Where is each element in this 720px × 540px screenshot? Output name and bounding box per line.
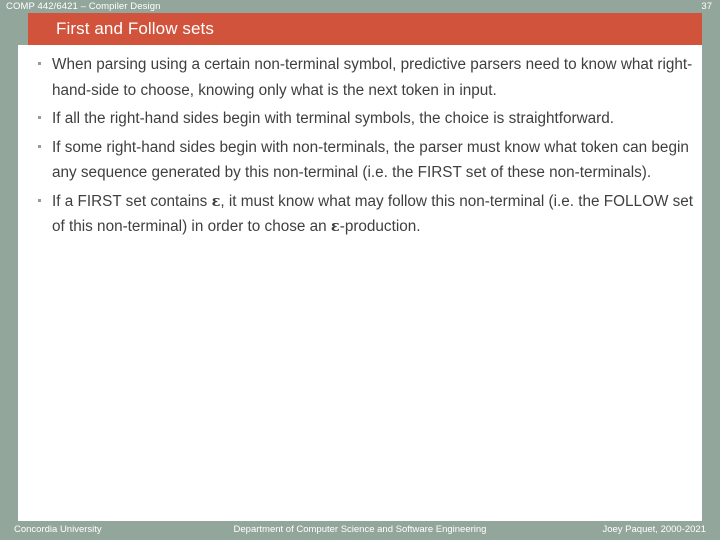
bullet-marker-icon (38, 116, 41, 119)
list-item-label: When parsing using a certain non-termina… (52, 52, 694, 103)
list-item-label: If a FIRST set contains ε, it must know … (52, 189, 694, 240)
text-run: If some right-hand sides begin with non-… (52, 138, 689, 182)
text-run: If all the right-hand sides begin with t… (52, 110, 614, 127)
page-number: 37 (701, 1, 712, 12)
bullet-marker-icon (38, 144, 41, 148)
slide-content-panel: When parsing using a certain non-termina… (18, 45, 702, 521)
epsilon-symbol: ε (330, 218, 340, 235)
slide-header-band: COMP 442/6421 – Compiler Design 37 (0, 0, 720, 13)
list-item-label: If all the right-hand sides begin with t… (52, 106, 694, 132)
list-item: If some right-hand sides begin with non-… (30, 135, 694, 186)
list-item: If a FIRST set contains ε, it must know … (30, 189, 694, 240)
slide-title-bar: First and Follow sets (28, 13, 702, 45)
bullet-marker-icon (38, 198, 41, 202)
list-item: When parsing using a certain non-termina… (30, 52, 694, 103)
text-run: If a FIRST set contains (52, 192, 212, 210)
bullet-marker-icon (38, 62, 41, 65)
text-run: When parsing using a certain non-termina… (52, 56, 693, 99)
bullet-list: When parsing using a certain non-termina… (30, 52, 694, 243)
list-item: If all the right-hand sides begin with t… (30, 106, 694, 132)
list-item-label: If some right-hand sides begin with non-… (52, 135, 694, 186)
course-label: COMP 442/6421 – Compiler Design (6, 1, 161, 12)
page-title: First and Follow sets (56, 19, 214, 38)
text-run: -production. (339, 218, 421, 235)
slide-footer: Concordia University Department of Compu… (0, 521, 720, 540)
slide: COMP 442/6421 – Compiler Design 37 First… (0, 0, 720, 540)
footer-author: Joey Paquet, 2000-2021 (602, 524, 706, 535)
